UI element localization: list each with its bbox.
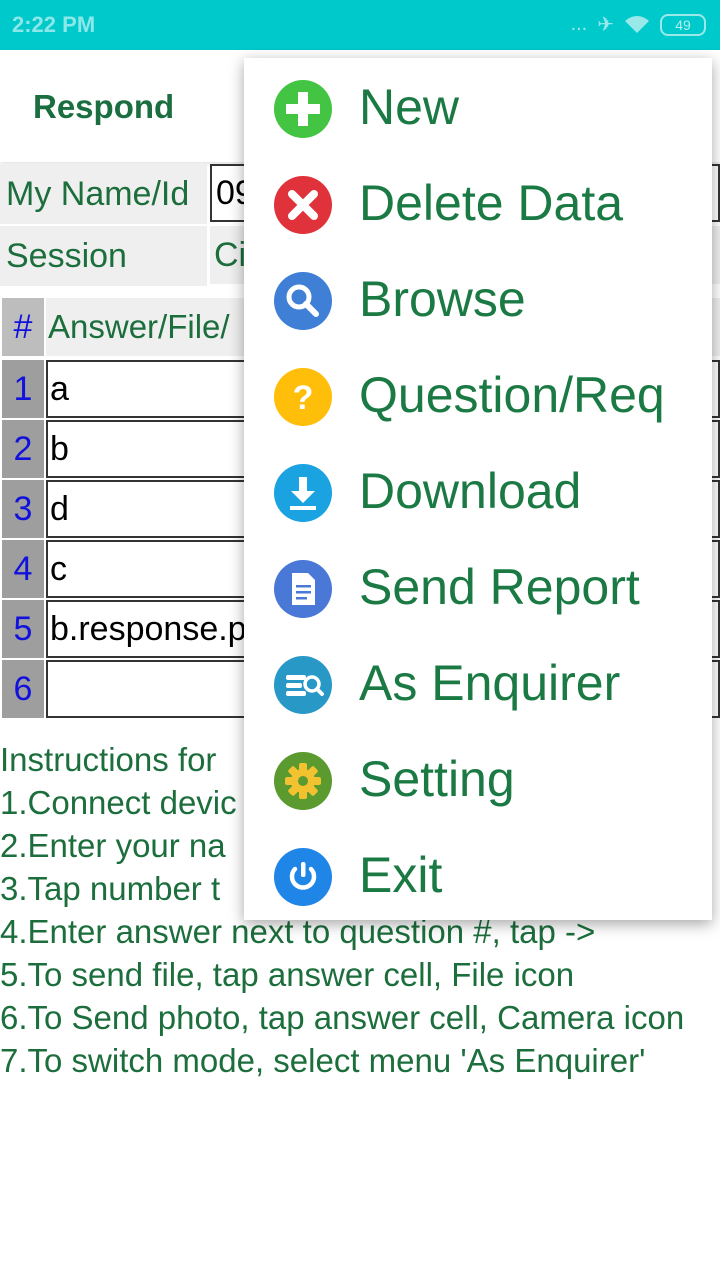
menu-label: As Enquirer xyxy=(359,655,621,711)
question-number[interactable]: 5 xyxy=(2,600,44,658)
app-title: Respond xyxy=(33,88,175,125)
menu-label: Browse xyxy=(359,271,526,327)
power-icon xyxy=(274,848,332,906)
menu-item-send-report[interactable]: Send Report xyxy=(244,540,712,636)
menu-item-as-enquirer[interactable]: As Enquirer xyxy=(244,636,712,732)
status-time: 2:22 PM xyxy=(12,12,96,37)
add-circle-icon xyxy=(274,80,332,138)
instruction-line: 5.To send file, tap answer cell, File ic… xyxy=(0,956,575,993)
question-number[interactable]: 6 xyxy=(2,660,44,718)
delete-circle-icon xyxy=(274,176,332,234)
menu-label: Setting xyxy=(359,751,515,807)
document-icon xyxy=(274,560,332,618)
overflow-menu: New Delete Data Browse ? Question/Req Do… xyxy=(244,58,712,920)
menu-label: Exit xyxy=(359,847,443,903)
instruction-line: 7.To switch mode, select menu 'As Enquir… xyxy=(0,1042,646,1079)
menu-label: Delete Data xyxy=(359,175,624,231)
menu-item-download[interactable]: Download xyxy=(244,444,712,540)
instruction-line: 6.To Send photo, tap answer cell, Camera… xyxy=(0,999,685,1036)
menu-label: New xyxy=(359,79,460,135)
svg-text:?: ? xyxy=(293,379,314,417)
enquirer-icon xyxy=(274,656,332,714)
menu-label: Download xyxy=(359,463,582,519)
search-icon xyxy=(274,272,332,330)
gear-icon xyxy=(274,752,332,810)
status-icons: ... ✈ 49 xyxy=(571,12,706,37)
wifi-icon xyxy=(625,15,649,33)
question-icon: ? xyxy=(274,368,332,426)
battery-icon: 49 xyxy=(660,13,706,36)
menu-label: Send Report xyxy=(359,559,640,615)
menu-item-setting[interactable]: Setting xyxy=(244,732,712,828)
menu-item-browse[interactable]: Browse xyxy=(244,252,712,348)
menu-label: Question/Req xyxy=(359,367,665,423)
menu-item-exit[interactable]: Exit xyxy=(244,828,712,924)
airplane-icon: ✈ xyxy=(597,14,614,36)
menu-item-delete-data[interactable]: Delete Data xyxy=(244,156,712,252)
menu-item-question-req[interactable]: ? Question/Req xyxy=(244,348,712,444)
download-icon xyxy=(274,464,332,522)
question-number[interactable]: 1 xyxy=(2,360,44,418)
menu-item-new[interactable]: New xyxy=(244,60,712,156)
question-number[interactable]: 4 xyxy=(2,540,44,598)
signal-dots-icon: ... xyxy=(570,13,588,35)
question-number[interactable]: 2 xyxy=(2,420,44,478)
status-bar: 2:22 PM ... ✈ 49 xyxy=(0,0,720,50)
question-number[interactable]: 3 xyxy=(2,480,44,538)
name-label: My Name/Id xyxy=(0,164,207,224)
session-label: Session xyxy=(0,226,207,286)
hash-header: # xyxy=(2,298,44,356)
